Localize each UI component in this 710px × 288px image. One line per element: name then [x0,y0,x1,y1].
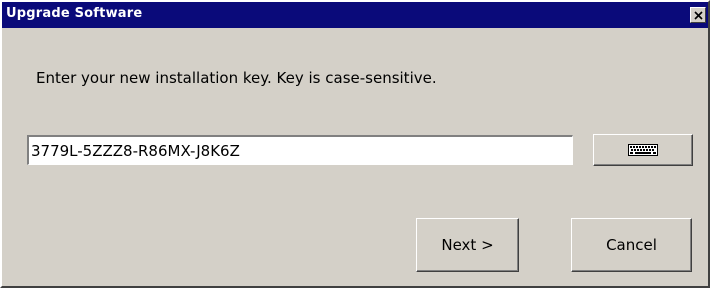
instruction-text: Enter your new installation key. Key is … [36,69,437,87]
window-title: Upgrade Software [6,6,143,21]
keyboard-icon [628,144,658,156]
cancel-button[interactable]: Cancel [571,218,692,272]
title-bar: Upgrade Software [2,2,708,28]
next-button[interactable]: Next > [416,218,519,272]
installation-key-input[interactable] [27,135,573,165]
keyboard-button[interactable] [593,134,693,166]
upgrade-software-dialog: Upgrade Software Enter your new installa… [0,0,710,288]
close-button[interactable] [690,7,706,23]
close-icon [693,10,703,20]
